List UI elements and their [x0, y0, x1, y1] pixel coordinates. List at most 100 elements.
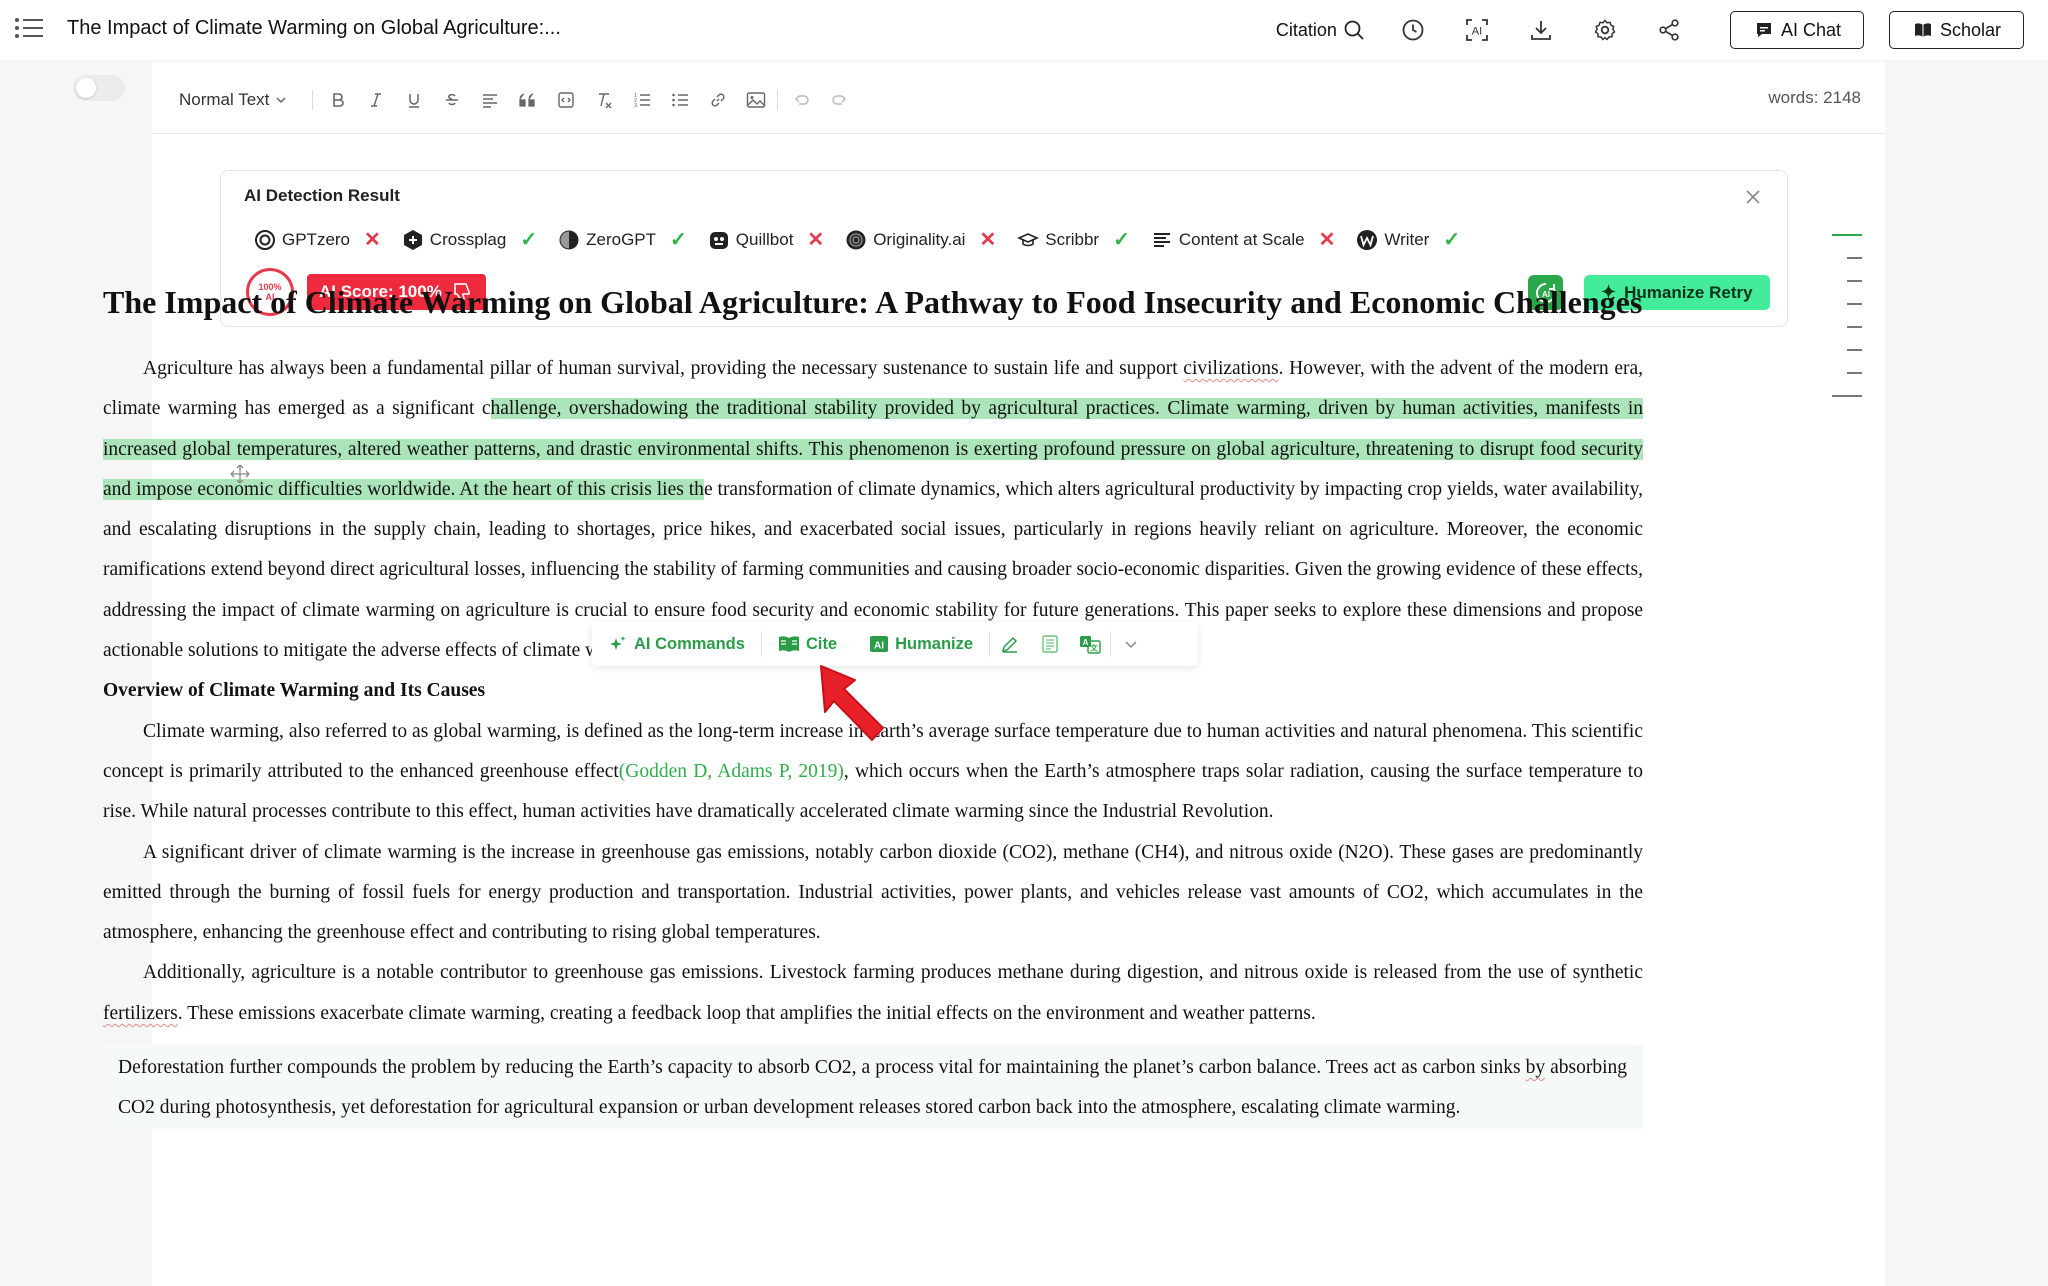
- block-move-handle-icon[interactable]: [230, 464, 250, 484]
- code-block-icon[interactable]: [553, 87, 579, 113]
- originality-logo-icon: [845, 229, 867, 251]
- underline-icon[interactable]: [401, 87, 427, 113]
- close-icon[interactable]: [1741, 185, 1765, 209]
- outline-item[interactable]: [1847, 280, 1862, 282]
- detector-scribbr: Scribbr ✓: [1017, 227, 1130, 252]
- text-style-value: Normal Text: [179, 90, 270, 109]
- outline-item[interactable]: [1847, 326, 1862, 328]
- scholar-label: Scholar: [1939, 19, 2001, 40]
- pass-check-icon: ✓: [1113, 229, 1130, 251]
- quillbot-logo-icon: [708, 229, 730, 251]
- translate-icon[interactable]: A文: [1075, 622, 1105, 666]
- zerogpt-logo-icon: [558, 229, 580, 251]
- toolbar-divider: [989, 631, 991, 657]
- document-list-icon[interactable]: [1035, 622, 1065, 666]
- toolbar-divider: [777, 90, 778, 110]
- spellcheck-word[interactable]: by: [1526, 1057, 1546, 1078]
- outline-item[interactable]: [1847, 349, 1862, 351]
- toggle-knob: [76, 78, 96, 98]
- text-run: A significant driver of climate warming …: [103, 841, 1643, 944]
- top-actions: Citation AI AI Chat Scholar: [1276, 10, 2024, 50]
- ai-badge-icon: AI: [870, 636, 889, 652]
- detector-name: GPTzero: [282, 229, 351, 249]
- fail-x-icon: ✕: [1318, 229, 1336, 251]
- text-run: Additionally, agriculture is a notable c…: [143, 962, 1643, 984]
- humanize-button[interactable]: AI Humanize: [853, 622, 989, 666]
- format-toolbar: Normal Text 123 words: 2148: [152, 62, 1885, 134]
- scribbr-logo-icon: [1017, 229, 1040, 251]
- outline-item-active[interactable]: [1832, 234, 1862, 236]
- detector-name: Crossplag: [429, 229, 507, 249]
- svg-text:3: 3: [634, 103, 637, 109]
- top-bar: The Impact of Climate Warming on Global …: [0, 0, 2048, 60]
- spellcheck-word[interactable]: fertilizers: [103, 1003, 178, 1024]
- svg-text:文: 文: [1090, 643, 1098, 653]
- open-book-icon: [778, 636, 799, 652]
- gptzero-logo-icon: [254, 229, 276, 251]
- detector-name: Quillbot: [735, 229, 794, 249]
- chat-icon: [1756, 23, 1771, 37]
- detector-zerogpt: ZeroGPT ✓: [558, 227, 687, 252]
- ai-commands-button[interactable]: AI Commands: [592, 622, 761, 666]
- quote-paragraph[interactable]: Deforestation further compounds the prob…: [103, 1045, 1643, 1129]
- spellcheck-word[interactable]: civilizations: [1183, 358, 1278, 379]
- text-style-dropdown[interactable]: Normal Text: [179, 90, 287, 110]
- book-icon: [1914, 23, 1931, 37]
- toolbar-divider: [312, 90, 313, 110]
- align-icon[interactable]: [477, 87, 503, 113]
- outline-item[interactable]: [1832, 395, 1862, 397]
- chevron-down-icon: [276, 97, 286, 104]
- ai-scan-icon[interactable]: AI: [1463, 16, 1491, 44]
- undo-icon[interactable]: [789, 87, 815, 113]
- edit-pencil-icon[interactable]: [995, 622, 1025, 666]
- bullet-list-icon[interactable]: [667, 87, 693, 113]
- outline-item[interactable]: [1847, 372, 1862, 374]
- paragraph[interactable]: A significant driver of climate warming …: [103, 833, 1643, 954]
- humanize-retry-label: Humanize Retry: [1624, 282, 1753, 302]
- menu-icon[interactable]: [14, 16, 44, 42]
- settings-gear-icon[interactable]: [1591, 16, 1619, 44]
- image-icon[interactable]: [743, 87, 769, 113]
- content-at-scale-logo-icon: [1151, 229, 1173, 251]
- citation-button[interactable]: Citation: [1276, 19, 1365, 41]
- ai-detection-title: AI Detection Result: [244, 186, 400, 205]
- writer-logo-icon: [1356, 229, 1378, 251]
- search-icon: [1344, 20, 1364, 40]
- ai-commands-label: AI Commands: [634, 634, 745, 653]
- outline-item[interactable]: [1847, 257, 1862, 259]
- detector-gptzero: GPTzero ✕: [254, 227, 381, 252]
- quote-icon[interactable]: [515, 87, 541, 113]
- detector-content-at-scale: Content at Scale ✕: [1151, 227, 1335, 252]
- bold-icon[interactable]: [325, 87, 351, 113]
- italic-icon[interactable]: [363, 87, 389, 113]
- detector-crossplag: Crossplag ✓: [402, 227, 537, 252]
- chevron-down-icon[interactable]: [1116, 622, 1146, 666]
- cite-label: Cite: [805, 634, 838, 653]
- detector-writer: Writer ✓: [1356, 227, 1460, 252]
- svg-text:AI: AI: [874, 641, 884, 652]
- detector-list: GPTzero ✕ Crossplag ✓ ZeroGPT ✓ Quillbot…: [254, 227, 1481, 252]
- paragraph[interactable]: Additionally, agriculture is a notable c…: [103, 953, 1643, 1034]
- detector-name: ZeroGPT: [586, 229, 657, 249]
- download-icon[interactable]: [1527, 16, 1555, 44]
- sidebar-toggle-switch[interactable]: [73, 75, 125, 101]
- detector-name: Scribbr: [1045, 229, 1100, 249]
- cite-button[interactable]: Cite: [762, 622, 853, 666]
- humanize-label: Humanize: [895, 634, 974, 653]
- word-count: words: 2148: [1768, 88, 1861, 107]
- history-icon[interactable]: [1399, 16, 1427, 44]
- link-icon[interactable]: [705, 87, 731, 113]
- numbered-list-icon[interactable]: 123: [629, 87, 655, 113]
- outline-item[interactable]: [1847, 303, 1862, 305]
- detector-name: Content at Scale: [1178, 229, 1305, 249]
- share-icon[interactable]: [1655, 16, 1683, 44]
- fail-x-icon: ✕: [364, 229, 381, 251]
- scholar-button[interactable]: Scholar: [1888, 11, 2024, 49]
- ai-chat-button[interactable]: AI Chat: [1729, 11, 1864, 49]
- strikethrough-icon[interactable]: [439, 87, 465, 113]
- citation-link[interactable]: (Godden D, Adams P, 2019): [619, 761, 844, 782]
- detector-name: Originality.ai: [873, 229, 966, 249]
- detector-originality: Originality.ai ✕: [845, 227, 996, 252]
- redo-icon[interactable]: [826, 87, 852, 113]
- clear-format-icon[interactable]: [591, 87, 617, 113]
